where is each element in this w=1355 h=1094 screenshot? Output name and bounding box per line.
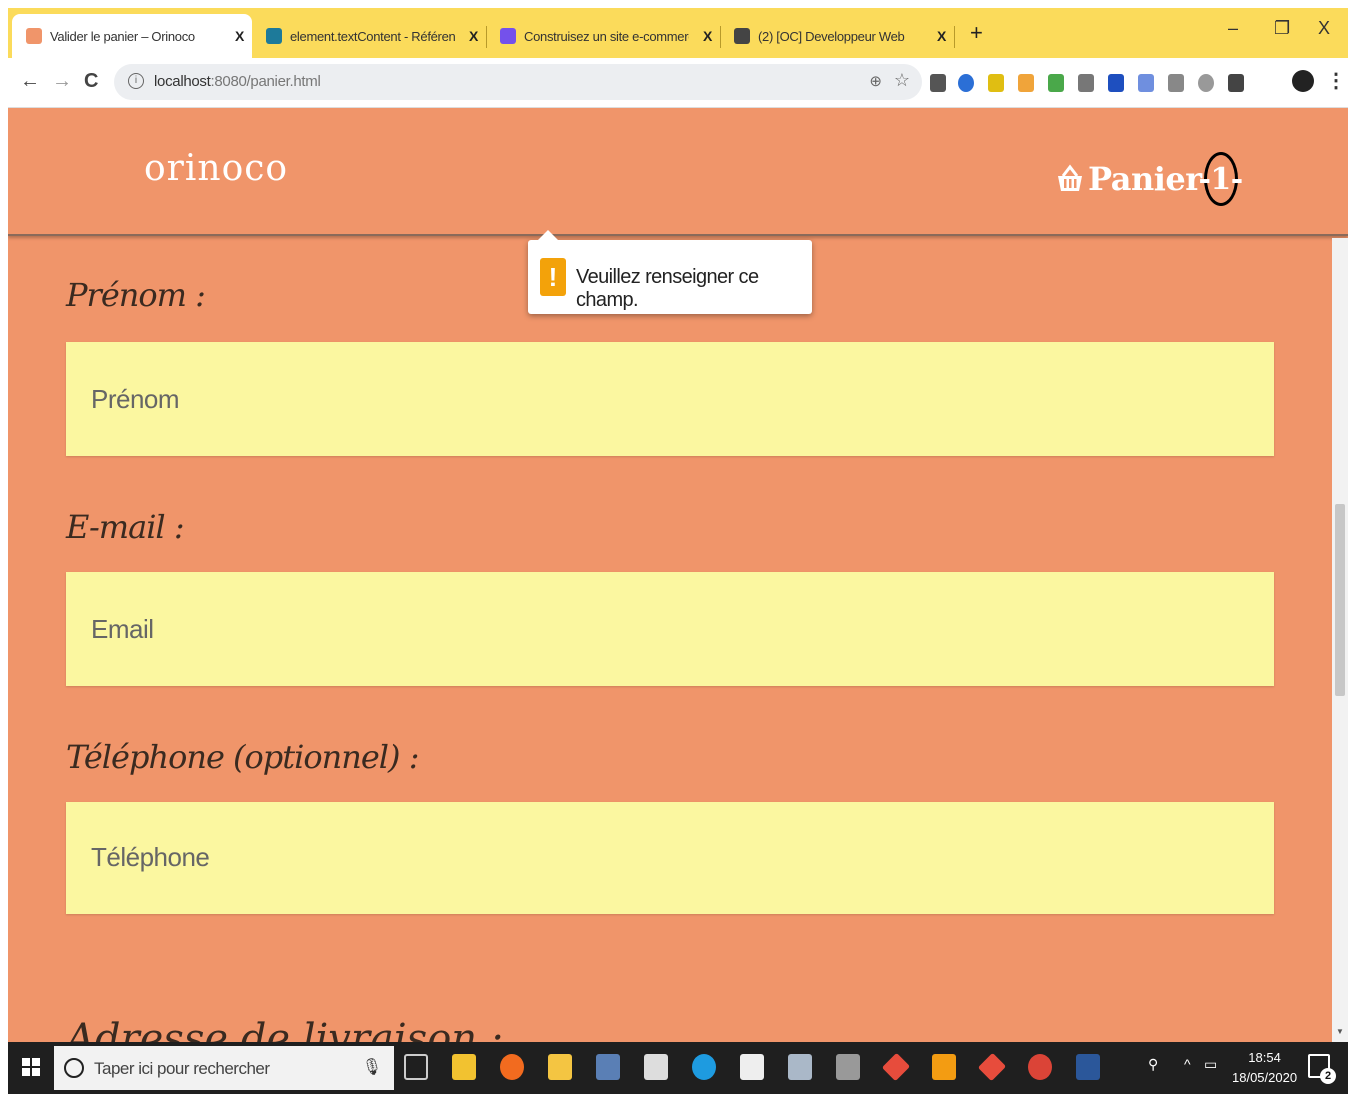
tab-developpeur-web[interactable]: (2) [OC] Developpeur Web X xyxy=(728,14,954,58)
tray-expand-icon[interactable]: ^ xyxy=(1184,1056,1191,1072)
extension-icon[interactable] xyxy=(1018,74,1034,92)
store-icon[interactable] xyxy=(452,1054,476,1080)
shopping-basket-icon xyxy=(1058,164,1082,191)
tab-element-textcontent[interactable]: element.textContent - Référence X xyxy=(260,14,486,58)
people-icon[interactable]: ⚲ xyxy=(1148,1056,1158,1073)
notification-count: 2 xyxy=(1320,1068,1336,1084)
cart-label: Panier xyxy=(1088,160,1202,198)
tab-valider-panier[interactable]: Valider le panier – Orinoco X xyxy=(12,14,252,58)
file-explorer-icon[interactable] xyxy=(548,1054,572,1080)
url-text[interactable]: localhost:8080/panier.html xyxy=(154,73,321,90)
taskbar-search[interactable]: Taper ici pour rechercher 🎙 xyxy=(54,1046,394,1090)
action-center-icon[interactable]: 2 xyxy=(1308,1054,1336,1084)
tab-title: Construisez un site e-commerce xyxy=(524,28,689,44)
email-placeholder: Email xyxy=(91,614,154,644)
tab-title: element.textContent - Référence xyxy=(290,28,455,44)
microphone-icon[interactable]: 🎙 xyxy=(362,1057,382,1077)
search-placeholder: Taper ici pour rechercher xyxy=(94,1059,270,1078)
mdn-favicon-icon xyxy=(266,28,282,44)
address-bar[interactable]: i localhost:8080/panier.html ⊕ ☆ xyxy=(114,64,922,100)
windows-taskbar: Taper ici pour rechercher 🎙 ⚲ ^ ▭ 18:54 … xyxy=(8,1042,1348,1094)
slack-favicon-icon xyxy=(734,28,750,44)
telephone-input[interactable]: Téléphone xyxy=(66,802,1274,914)
task-view-icon[interactable] xyxy=(404,1054,428,1080)
tab-close-icon[interactable]: X xyxy=(235,28,244,44)
tab-separator xyxy=(486,26,487,48)
extension-icon[interactable] xyxy=(958,74,974,92)
bookmark-star-icon[interactable]: ☆ xyxy=(894,70,910,91)
extension-icon[interactable] xyxy=(1078,74,1094,92)
skype-icon[interactable] xyxy=(692,1054,716,1080)
browser-tab-bar: Valider le panier – Orinoco X element.te… xyxy=(8,8,1348,58)
prenom-placeholder: Prénom xyxy=(91,384,180,414)
tab-title: Valider le panier – Orinoco xyxy=(50,28,195,44)
extension-icon[interactable] xyxy=(1138,74,1154,92)
close-window-button[interactable]: X xyxy=(1318,18,1330,39)
git-icon[interactable] xyxy=(977,1052,1007,1082)
network-icon[interactable]: ▭ xyxy=(1204,1056,1217,1073)
cortana-icon[interactable] xyxy=(64,1058,84,1078)
site-info-icon[interactable]: i xyxy=(128,73,144,89)
extension-icon[interactable] xyxy=(1108,74,1124,92)
clock-date: 18/05/2020 xyxy=(1232,1070,1298,1085)
browser-toolbar: ← → C i localhost:8080/panier.html ⊕ ☆ ⋮ xyxy=(8,58,1348,108)
7zip-icon[interactable] xyxy=(740,1054,764,1080)
extension-icon[interactable] xyxy=(1198,74,1214,92)
reload-button[interactable]: C xyxy=(84,70,98,93)
validation-tooltip: ! Veuillez renseigner ce champ. xyxy=(528,230,812,314)
site-header: orinoco Panier -1- xyxy=(8,108,1348,236)
cart-link[interactable]: Panier -1- xyxy=(1054,152,1243,206)
openclassrooms-favicon-icon xyxy=(500,28,516,44)
adresse-label-cutoff: Adresse de livraison : xyxy=(66,1016,504,1042)
prenom-input[interactable]: Prénom xyxy=(66,342,1274,456)
forward-button[interactable]: → xyxy=(52,70,72,93)
zoom-icon[interactable]: ⊕ xyxy=(869,72,882,90)
sublime-icon[interactable] xyxy=(932,1054,956,1080)
clock-time: 18:54 xyxy=(1248,1050,1281,1065)
tab-separator xyxy=(954,26,955,48)
app-icon[interactable] xyxy=(788,1054,812,1080)
browser-menu-button[interactable]: ⋮ xyxy=(1326,68,1346,93)
windows-start-icon[interactable] xyxy=(22,1058,40,1076)
tab-close-icon[interactable]: X xyxy=(469,28,478,44)
cart-count-badge: -1- xyxy=(1198,152,1243,206)
scrollbar-thumb[interactable] xyxy=(1335,504,1345,696)
page-content: orinoco Panier -1- Prénom : Prénom E-mai… xyxy=(8,108,1348,1042)
tab-close-icon[interactable]: X xyxy=(703,28,712,44)
tab-close-icon[interactable]: X xyxy=(937,28,946,44)
extension-icon[interactable] xyxy=(1168,74,1184,92)
tab-separator xyxy=(720,26,721,48)
profile-avatar-icon[interactable] xyxy=(1292,70,1314,92)
app-icon[interactable] xyxy=(836,1054,860,1080)
validation-message: Veuillez renseigner ce champ. xyxy=(576,266,759,311)
taskbar-clock[interactable]: 18:54 18/05/2020 xyxy=(1232,1048,1297,1088)
tab-construisez-site[interactable]: Construisez un site e-commerce X xyxy=(494,14,720,58)
email-label: E-mail : xyxy=(66,508,185,546)
restore-button[interactable]: ❐ xyxy=(1274,18,1290,39)
warning-icon: ! xyxy=(540,258,566,296)
firefox-icon[interactable] xyxy=(500,1054,524,1080)
page-scrollbar[interactable]: ▼ xyxy=(1332,238,1348,1042)
orinoco-favicon-icon xyxy=(26,28,42,44)
prenom-label: Prénom : xyxy=(66,276,206,314)
minimize-button[interactable]: – xyxy=(1228,18,1238,39)
git-icon[interactable] xyxy=(881,1052,911,1082)
back-button[interactable]: ← xyxy=(20,70,40,93)
calculator-icon[interactable] xyxy=(644,1054,668,1080)
telephone-label: Téléphone (optionnel) : xyxy=(66,738,419,776)
email-input[interactable]: Email xyxy=(66,572,1274,686)
extension-icon[interactable] xyxy=(1048,74,1064,92)
telephone-placeholder: Téléphone xyxy=(91,842,210,872)
app-icon[interactable] xyxy=(596,1054,620,1080)
chrome-icon[interactable] xyxy=(1028,1054,1052,1080)
extension-icon[interactable] xyxy=(930,74,946,92)
extension-icon[interactable] xyxy=(1228,74,1244,92)
brand-logo[interactable]: orinoco xyxy=(144,148,288,189)
extension-icon[interactable] xyxy=(988,74,1004,92)
word-icon[interactable] xyxy=(1076,1054,1100,1080)
tab-title: (2) [OC] Developpeur Web xyxy=(758,28,905,44)
scroll-down-arrow-icon[interactable]: ▼ xyxy=(1336,1027,1344,1036)
new-tab-button[interactable]: + xyxy=(970,20,983,46)
